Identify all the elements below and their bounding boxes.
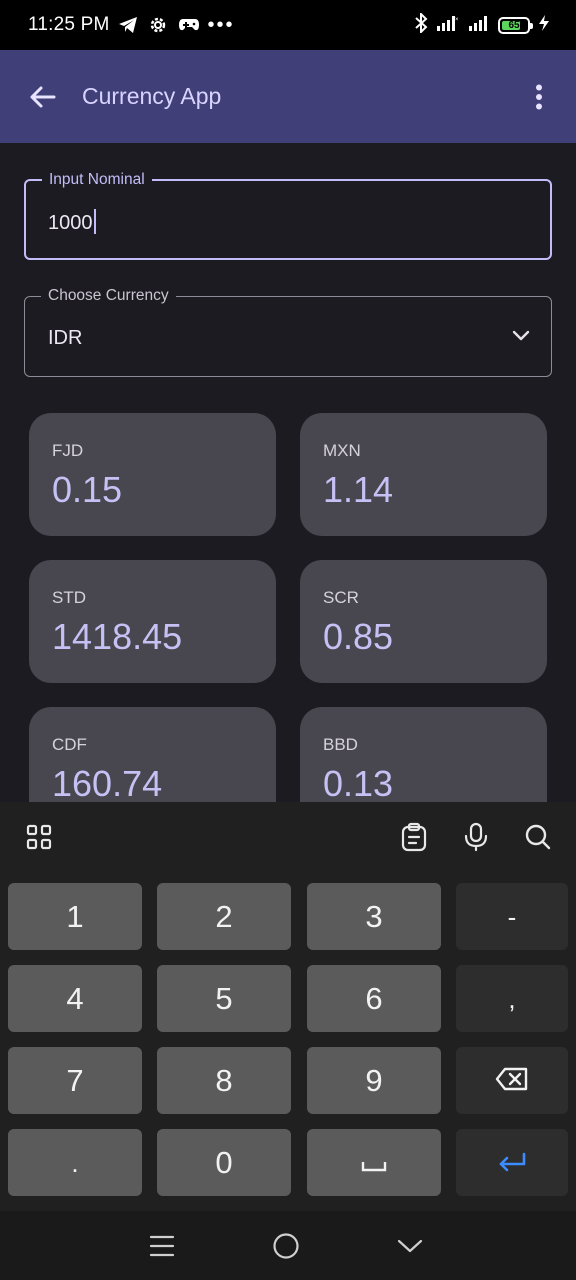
rate-card: FJD 0.15 [29,413,276,536]
mic-icon[interactable] [461,822,491,852]
key-4[interactable]: 4 [8,965,142,1032]
nominal-value: 1000 [48,212,93,234]
rate-card: CDF 160.74 [29,707,276,802]
rate-code: STD [52,588,86,607]
numeric-keyboard: 1 2 3 - 4 5 6 , 7 8 9 . 0 [0,802,576,1211]
arrow-back-icon[interactable] [22,77,62,117]
rate-code: MXN [323,441,361,460]
key-1[interactable]: 1 [8,883,142,950]
key-0[interactable]: 0 [157,1129,291,1196]
more-vert-icon[interactable] [524,77,554,117]
gear-icon [148,15,168,35]
bluetooth-icon [414,11,428,38]
rate-code: CDF [52,735,87,754]
rate-card: SCR 0.85 [300,560,547,683]
currency-label: Choose Currency [41,287,176,305]
nominal-input[interactable]: Input Nominal 1000 [24,171,552,260]
keyboard-toolbar [0,802,576,874]
backspace-key[interactable] [456,1047,568,1114]
key-comma[interactable]: , [456,965,568,1032]
key-3[interactable]: 3 [307,883,441,950]
telegram-icon [118,16,138,34]
enter-icon [497,1145,527,1181]
rate-code: SCR [323,588,359,607]
currency-value: IDR [48,327,83,349]
key-8[interactable]: 8 [157,1047,291,1114]
rate-value: 1.14 [323,469,394,510]
battery-icon: 65 [498,16,533,34]
rate-card: STD 1418.45 [29,560,276,683]
rate-value: 0.13 [323,763,394,802]
space-icon [361,1145,387,1181]
currency-dropdown[interactable]: Choose Currency IDR [24,287,552,377]
key-dot[interactable]: . [8,1129,142,1196]
signal-icon: × [436,14,460,37]
key-dash[interactable]: - [456,883,568,950]
status-time: 11:25 PM [28,14,110,35]
rate-value: 0.85 [323,616,394,657]
back-chevron-icon[interactable] [393,1229,427,1263]
key-2[interactable]: 2 [157,883,291,950]
search-icon[interactable] [523,822,553,852]
nominal-label: Input Nominal [42,171,152,189]
enter-key[interactable] [456,1129,568,1196]
app-title: Currency App [82,83,222,109]
app-bar: Currency App [0,50,576,143]
grid-icon[interactable] [24,822,54,852]
charging-icon [538,14,550,37]
gamepad-icon [178,17,200,33]
battery-level: 65 [508,19,520,31]
svg-text:×: × [455,17,459,23]
key-5[interactable]: 5 [157,965,291,1032]
rates-grid[interactable]: FJD 0.15 MXN 1.14 STD 1418.45 SCR 0.85 C… [0,413,576,802]
key-9[interactable]: 9 [307,1047,441,1114]
signal-icon [468,14,490,37]
space-key[interactable] [307,1129,441,1196]
key-7[interactable]: 7 [8,1047,142,1114]
rate-card: MXN 1.14 [300,413,547,536]
rate-value: 0.15 [52,469,123,510]
rate-card: BBD 0.13 [300,707,547,802]
rate-code: BBD [323,735,358,754]
rate-value: 160.74 [52,763,163,802]
key-6[interactable]: 6 [307,965,441,1032]
chevron-down-icon [511,325,531,350]
navigation-bar [0,1211,576,1280]
clipboard-icon[interactable] [399,822,429,852]
rate-value: 1418.45 [52,616,183,657]
rate-code: FJD [52,441,84,460]
text-cursor [93,209,96,234]
status-overflow: ••• [207,13,235,36]
status-bar: 11:25 PM ••• × 65 [0,0,576,50]
menu-icon[interactable] [145,1229,179,1263]
home-icon[interactable] [269,1229,303,1263]
backspace-icon [495,1063,529,1099]
